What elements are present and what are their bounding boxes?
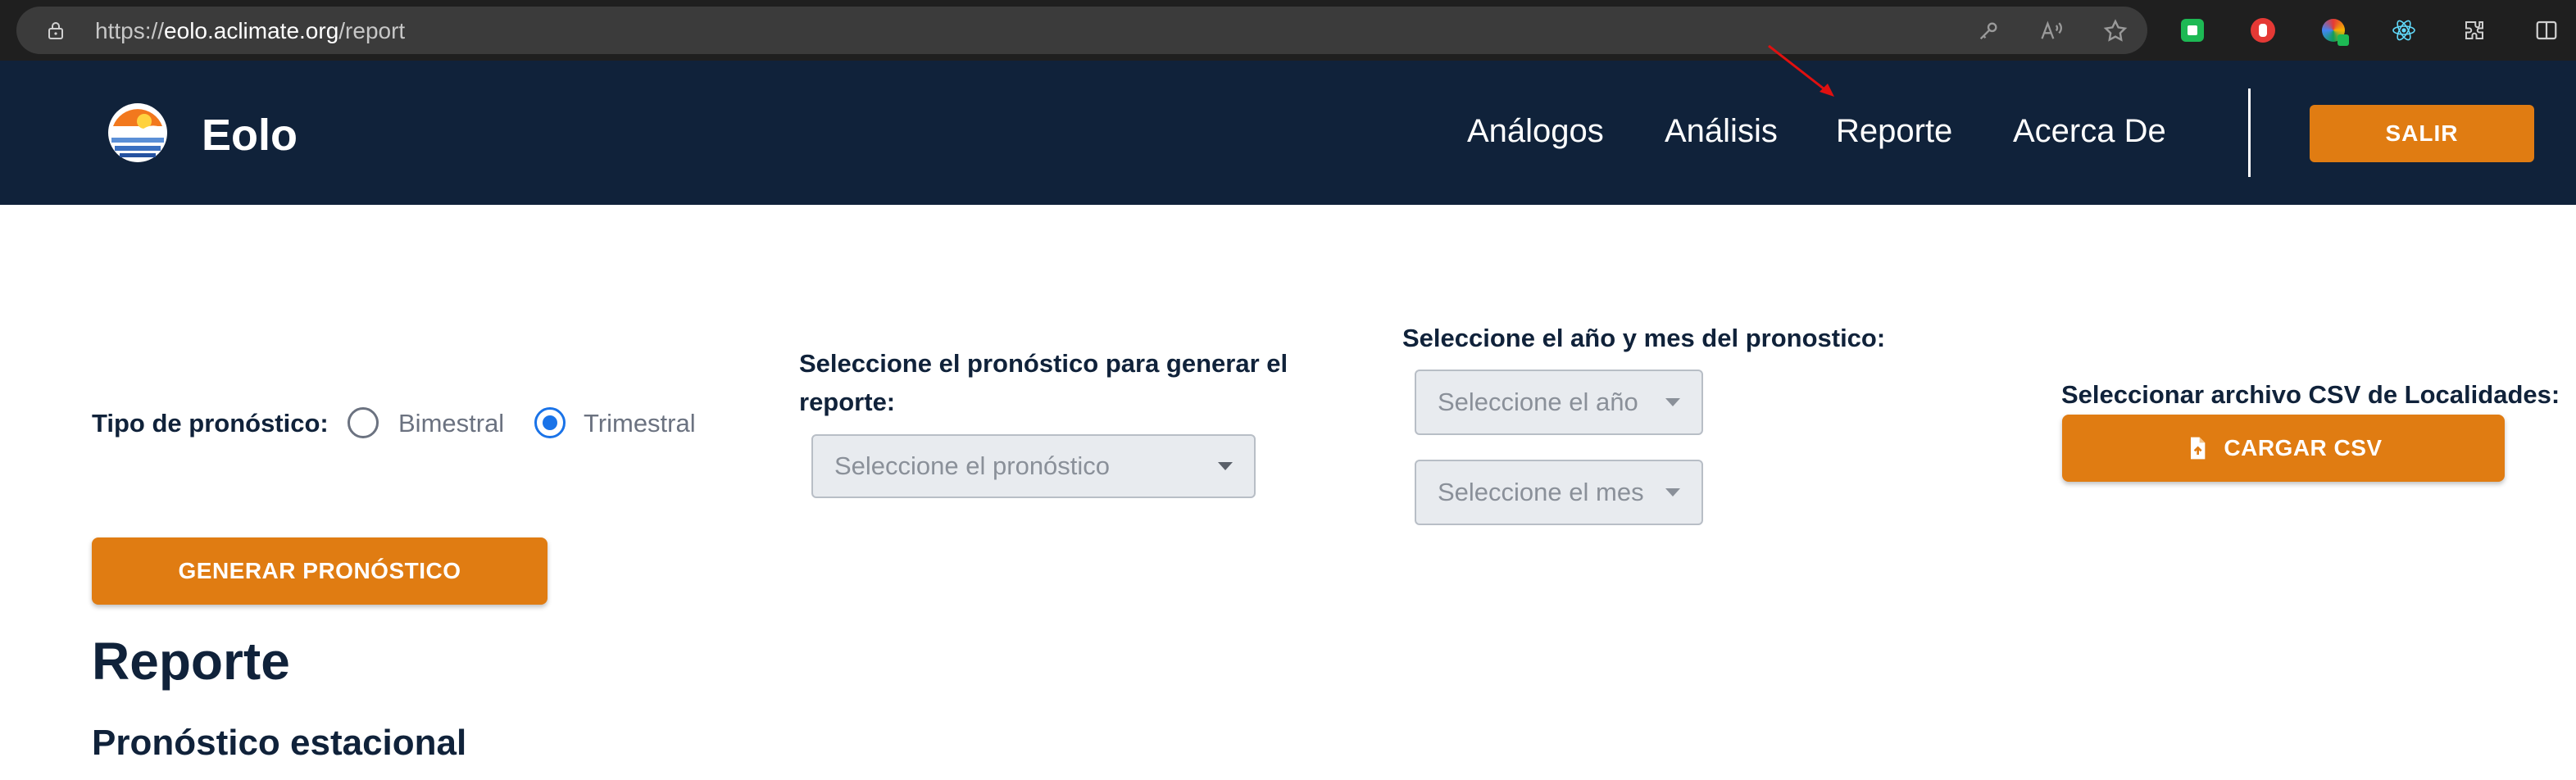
upload-csv-label: CARGAR CSV — [2224, 435, 2383, 460]
extension-red-icon[interactable] — [2249, 16, 2277, 44]
extension-green-icon[interactable] — [2178, 16, 2206, 44]
react-devtools-icon[interactable] — [2390, 16, 2418, 44]
forecast-select-placeholder: Seleccione el pronóstico — [834, 451, 1111, 480]
key-icon[interactable] — [1977, 20, 2000, 43]
radio-trimestral[interactable] — [534, 407, 566, 438]
nav-analogos[interactable]: Análogos — [1467, 113, 1604, 150]
forecast-type-label: Tipo de pronóstico: — [92, 409, 329, 438]
forecast-select-label-line1: Seleccione el pronóstico para generar el — [799, 349, 1288, 378]
date-select-label: Seleccione el año y mes del pronostico: — [1402, 324, 1886, 352]
annotation-arrow-icon — [1768, 44, 1834, 97]
radio-trimestral-label[interactable]: Trimestral — [584, 409, 696, 438]
nav-acerca-de[interactable]: Acerca De — [2013, 113, 2166, 150]
radio-bimestral[interactable] — [348, 407, 379, 438]
forecast-select-label-line2: reporte: — [799, 388, 896, 416]
read-aloud-icon[interactable] — [2039, 20, 2064, 43]
url-text: https://eolo.aclimate.org/report — [95, 18, 405, 44]
file-upload-icon — [2191, 437, 2206, 460]
logout-button[interactable]: SALIR — [2310, 105, 2534, 162]
page-title: Reporte — [92, 632, 290, 691]
eolo-logo-icon[interactable] — [103, 102, 172, 164]
year-select[interactable]: Seleccione el año — [1415, 370, 1703, 435]
nav-reporte[interactable]: Reporte — [1836, 113, 1952, 150]
star-icon[interactable] — [2102, 18, 2128, 44]
month-select-placeholder: Seleccione el mes — [1438, 478, 1644, 506]
section-title: Pronóstico estacional — [92, 723, 467, 763]
chevron-down-icon — [1665, 398, 1680, 406]
browser-toolbar: https://eolo.aclimate.org/report — [0, 0, 2576, 61]
split-screen-icon[interactable] — [2533, 16, 2560, 44]
generate-forecast-button[interactable]: GENERAR PRONÓSTICO — [92, 537, 547, 605]
month-select[interactable]: Seleccione el mes — [1415, 460, 1703, 525]
forecast-select[interactable]: Seleccione el pronóstico — [811, 434, 1256, 498]
csv-label: Seleccionar archivo CSV de Localidades: — [2061, 380, 2560, 409]
url-prefix: https:// — [95, 18, 165, 43]
extension-colorful-icon[interactable] — [2319, 16, 2349, 46]
app-header: Eolo Análogos Análisis Reporte Acerca De… — [0, 61, 2576, 205]
year-select-placeholder: Seleccione el año — [1438, 388, 1638, 416]
brand-name[interactable]: Eolo — [202, 110, 298, 161]
lock-icon — [48, 22, 63, 39]
nav-divider — [2248, 88, 2251, 177]
extensions-puzzle-icon[interactable] — [2460, 16, 2488, 44]
upload-csv-button[interactable]: CARGAR CSV — [2062, 415, 2505, 482]
nav-analisis[interactable]: Análisis — [1665, 113, 1778, 150]
url-domain: eolo.aclimate.org — [164, 18, 339, 43]
chevron-down-icon — [1218, 462, 1233, 470]
url-path: /report — [338, 18, 406, 43]
radio-bimestral-label[interactable]: Bimestral — [398, 409, 504, 438]
chevron-down-icon — [1665, 488, 1680, 497]
